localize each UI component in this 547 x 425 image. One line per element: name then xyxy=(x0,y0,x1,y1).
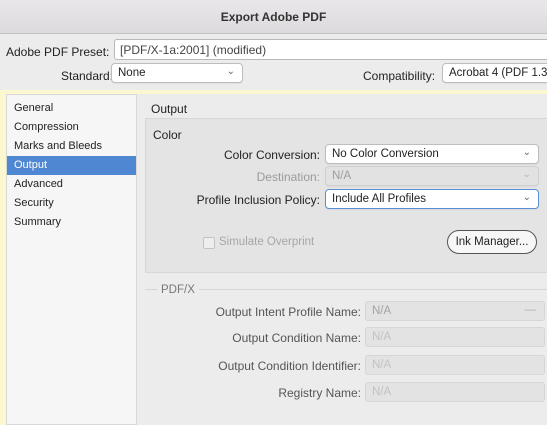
chevron-down-icon: ⌄ xyxy=(522,169,531,180)
condition-identifier-label: Output Condition Identifier: xyxy=(218,359,361,373)
sidebar-item-label: Output xyxy=(14,159,48,171)
registry-name-value: N/A xyxy=(372,386,392,398)
preset-bar: Adobe PDF Preset: [PDF/X-1a:2001] (modif… xyxy=(0,34,547,90)
preset-label: Adobe PDF Preset: xyxy=(6,45,110,59)
sidebar-item-label: General xyxy=(14,102,54,114)
output-intent-value: N/A xyxy=(372,305,392,317)
condition-name-field: N/A xyxy=(365,327,545,347)
standard-popup[interactable]: None ⌄ xyxy=(111,63,243,83)
ink-manager-button[interactable]: Ink Manager... xyxy=(447,230,537,254)
output-heading: Output xyxy=(151,102,188,116)
condition-identifier-field: N/A xyxy=(365,355,545,375)
sidebar-item-label: Security xyxy=(14,197,54,209)
pdfx-heading: PDF/X xyxy=(157,284,199,296)
sidebar-item-general[interactable]: General xyxy=(7,99,136,118)
color-conversion-popup[interactable]: No Color Conversion ⌄ xyxy=(325,144,539,164)
pdfx-divider xyxy=(145,289,547,290)
preset-field[interactable]: [PDF/X-1a:2001] (modified) xyxy=(114,39,547,60)
output-intent-label: Output Intent Profile Name: xyxy=(215,305,361,319)
destination-value: N/A xyxy=(332,170,352,182)
chevron-down-icon: ⌄ xyxy=(226,66,235,77)
profile-policy-popup[interactable]: Include All Profiles ⌄ xyxy=(325,189,539,209)
profile-policy-label: Profile Inclusion Policy: xyxy=(196,193,320,207)
destination-popup: N/A ⌄ xyxy=(325,166,539,186)
output-intent-field: N/A — xyxy=(365,301,545,321)
sidebar-item-advanced[interactable]: Advanced xyxy=(7,175,136,194)
destination-label: Destination: xyxy=(256,170,320,184)
sidebar-item-marks-and-bleeds[interactable]: Marks and Bleeds xyxy=(7,137,136,156)
profile-policy-value: Include All Profiles xyxy=(332,193,426,205)
color-conversion-value: No Color Conversion xyxy=(332,148,439,160)
chevron-down-icon: ⌄ xyxy=(522,147,531,158)
registry-name-label: Registry Name: xyxy=(278,386,361,400)
standard-value: None xyxy=(118,67,146,79)
output-panel: Output Color Color Conversion: No Color … xyxy=(137,94,547,425)
sidebar-item-security[interactable]: Security xyxy=(7,194,136,213)
condition-identifier-value: N/A xyxy=(372,359,392,371)
window-titlebar: Export Adobe PDF xyxy=(0,0,547,34)
preset-value: [PDF/X-1a:2001] (modified) xyxy=(120,43,267,57)
sidebar-item-label: Advanced xyxy=(14,178,63,190)
ink-manager-label: Ink Manager... xyxy=(455,236,529,248)
color-conversion-label: Color Conversion: xyxy=(223,148,320,162)
compatibility-value: Acrobat 4 (PDF 1.3) xyxy=(449,67,547,79)
sidebar-item-output[interactable]: Output xyxy=(7,156,136,175)
standard-label: Standard: xyxy=(61,69,114,83)
sidebar-item-label: Compression xyxy=(14,121,79,133)
category-sidebar: General Compression Marks and Bleeds Out… xyxy=(6,94,137,425)
registry-name-field: N/A xyxy=(365,382,545,402)
simulate-overprint-label: Simulate Overprint xyxy=(219,236,315,248)
condition-name-label: Output Condition Name: xyxy=(232,331,361,345)
sidebar-item-summary[interactable]: Summary xyxy=(7,213,136,232)
chevron-down-icon: ⌄ xyxy=(522,192,531,203)
color-heading: Color xyxy=(153,128,182,142)
dash-icon: — xyxy=(524,304,537,316)
compatibility-label: Compatibility: xyxy=(363,69,436,83)
simulate-overprint-checkbox[interactable] xyxy=(203,237,215,249)
compatibility-popup[interactable]: Acrobat 4 (PDF 1.3) xyxy=(442,63,547,83)
condition-name-value: N/A xyxy=(372,331,392,343)
window-title: Export Adobe PDF xyxy=(220,10,327,24)
sidebar-item-compression[interactable]: Compression xyxy=(7,118,136,137)
sidebar-item-label: Summary xyxy=(14,216,62,228)
sidebar-item-label: Marks and Bleeds xyxy=(14,140,103,152)
